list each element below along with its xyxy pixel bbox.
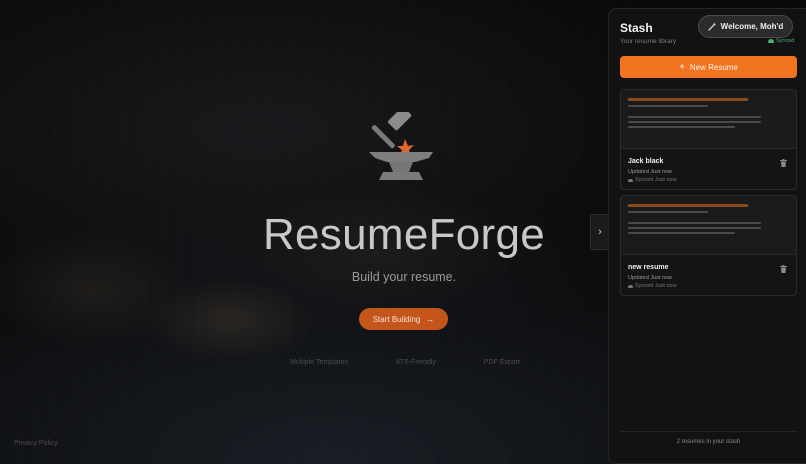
magic-wand-icon xyxy=(707,22,716,31)
start-building-button[interactable]: Start Building → xyxy=(359,308,448,330)
arrow-right-icon: → xyxy=(425,314,435,324)
cloud-icon xyxy=(628,178,633,182)
resume-preview-thumbnail[interactable] xyxy=(621,90,796,149)
resume-name: Jack black xyxy=(628,158,664,165)
resume-card[interactable]: Jack black Updated Just now Synced Just … xyxy=(620,89,797,190)
resume-name: new resume xyxy=(628,264,669,271)
sync-status: Synced xyxy=(768,38,794,44)
resume-sync-status: Synced Just now xyxy=(628,283,677,289)
stash-count: 2 resumes in your stash xyxy=(676,439,741,445)
feature-list: Multiple Templates · ATS-Friendly · PDF … xyxy=(290,359,520,366)
resume-updated: Updated Just now xyxy=(628,169,673,175)
trash-icon[interactable] xyxy=(780,265,787,273)
app-title: ResumeForge xyxy=(262,210,546,259)
feature-templates: Multiple Templates xyxy=(290,359,348,366)
chevron-right-icon: › xyxy=(598,226,602,238)
start-building-label: Start Building xyxy=(372,314,421,324)
stash-panel: Stash Your resume library Welcome, Moh'd… xyxy=(608,8,806,464)
footer-divider xyxy=(620,431,797,432)
feature-separator: · xyxy=(458,359,462,366)
welcome-user-button[interactable]: Welcome, Moh'd xyxy=(698,15,793,38)
new-resume-button[interactable]: + New Resume xyxy=(620,56,797,78)
new-resume-label: New Resume xyxy=(689,62,738,72)
resume-card[interactable]: new resume Updated Just now Synced Just … xyxy=(620,195,797,296)
anvil-hammer-icon xyxy=(369,112,433,180)
panel-title: Stash xyxy=(620,21,653,35)
tagline: Build your resume. xyxy=(351,270,457,284)
resume-sync-status: Synced Just now xyxy=(628,177,677,183)
panel-subtitle: Your resume library xyxy=(620,38,677,45)
privacy-policy-link[interactable]: Privacy Policy xyxy=(14,440,58,447)
cloud-icon xyxy=(768,39,774,43)
panel-collapse-button[interactable]: › xyxy=(590,214,609,250)
resume-synced-label: Synced Just now xyxy=(635,177,677,183)
resume-preview-thumbnail[interactable] xyxy=(621,196,796,255)
trash-icon[interactable] xyxy=(780,159,787,167)
resume-updated: Updated Just now xyxy=(628,275,673,281)
feature-pdf: PDF Export xyxy=(483,359,520,366)
feature-separator: · xyxy=(370,359,373,366)
resume-synced-label: Synced Just now xyxy=(635,283,677,289)
sync-status-label: Synced xyxy=(776,38,795,44)
welcome-label: Welcome, Moh'd xyxy=(720,22,784,31)
plus-icon: + xyxy=(679,61,685,73)
feature-ats: ATS-Friendly xyxy=(395,359,436,366)
cloud-icon xyxy=(628,284,633,288)
